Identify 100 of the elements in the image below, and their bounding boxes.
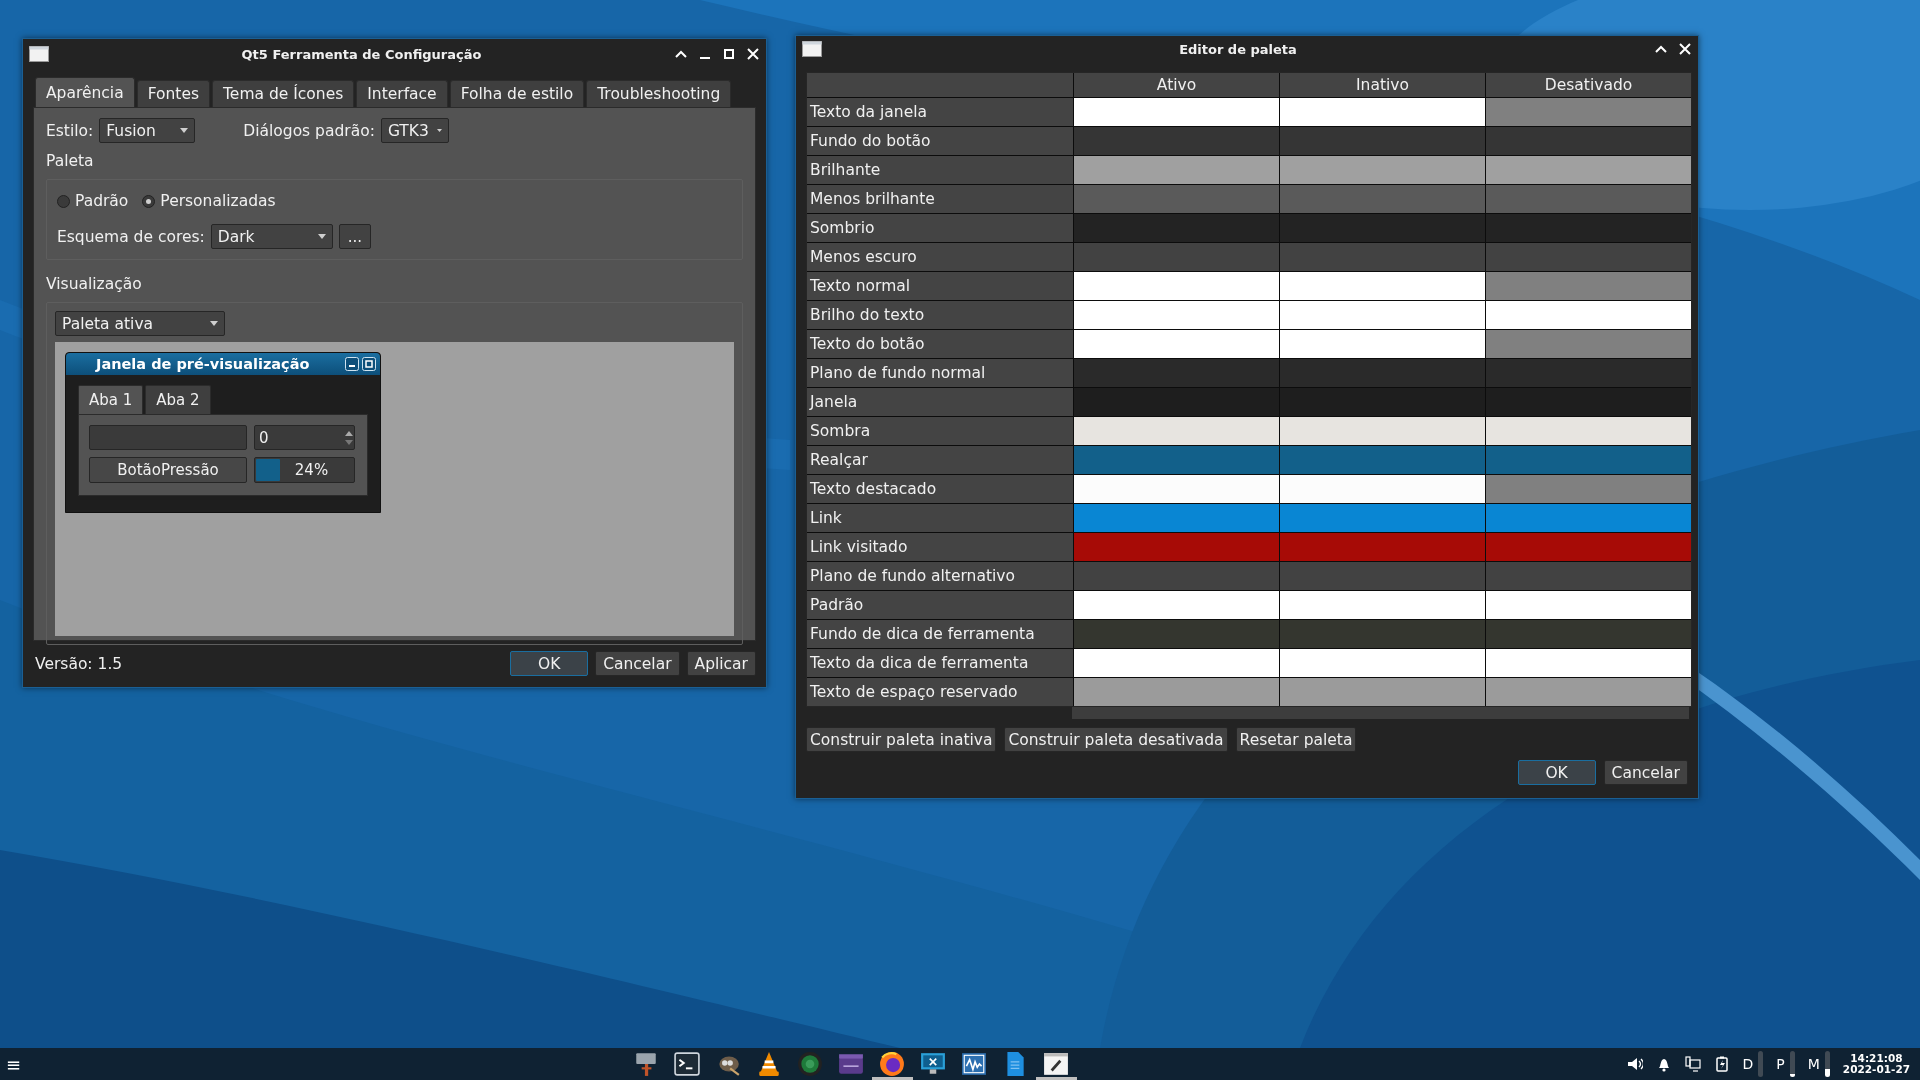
color-swatch[interactable] <box>1280 504 1485 532</box>
color-swatch[interactable] <box>1074 98 1279 126</box>
action-button[interactable]: Construir paleta inativa <box>806 727 997 752</box>
maximize-icon[interactable] <box>362 357 376 371</box>
color-swatch[interactable] <box>1074 388 1279 416</box>
dialog-button[interactable]: OK <box>510 651 589 676</box>
color-swatch[interactable] <box>1074 504 1279 532</box>
color-swatch[interactable] <box>1074 591 1279 619</box>
dialog-button[interactable]: Cancelar <box>1603 760 1688 785</box>
color-swatch[interactable] <box>1486 301 1691 329</box>
radio-option[interactable]: Padrão <box>57 192 129 210</box>
color-swatch[interactable] <box>1074 156 1279 184</box>
color-swatch[interactable] <box>1280 127 1485 155</box>
horizontal-scrollbar[interactable] <box>1072 707 1689 719</box>
color-swatch[interactable] <box>1486 446 1691 474</box>
color-swatch[interactable] <box>1486 388 1691 416</box>
color-swatch[interactable] <box>1074 417 1279 445</box>
color-swatch[interactable] <box>1486 649 1691 677</box>
tab[interactable]: Fontes <box>136 80 211 107</box>
color-swatch[interactable] <box>1074 301 1279 329</box>
push-button[interactable]: BotãoPressão <box>89 457 247 483</box>
color-swatch[interactable] <box>1280 678 1485 706</box>
color-swatch[interactable] <box>1280 649 1485 677</box>
color-swatch[interactable] <box>1280 214 1485 242</box>
palette-dropdown[interactable]: Paleta ativa <box>55 311 225 336</box>
color-swatch[interactable] <box>1486 359 1691 387</box>
color-swatch[interactable] <box>1280 243 1485 271</box>
tab[interactable]: Folha de estilo <box>449 80 585 107</box>
action-button[interactable]: Construir paleta desativada <box>1004 727 1228 752</box>
color-swatch[interactable] <box>1486 185 1691 213</box>
color-swatch[interactable] <box>1280 98 1485 126</box>
color-swatch[interactable] <box>1280 475 1485 503</box>
dialog-button[interactable]: Aplicar <box>686 651 756 676</box>
color-swatch[interactable] <box>1074 620 1279 648</box>
color-swatch[interactable] <box>1074 185 1279 213</box>
color-swatch[interactable] <box>1486 591 1691 619</box>
color-swatch[interactable] <box>1486 504 1691 532</box>
radio-option[interactable]: Personalizadas <box>142 192 276 210</box>
tab[interactable]: Interface <box>356 80 448 107</box>
color-swatch[interactable] <box>1074 678 1279 706</box>
color-swatch[interactable] <box>1280 330 1485 358</box>
network-icon[interactable] <box>1684 1056 1701 1072</box>
color-swatch[interactable] <box>1280 446 1485 474</box>
color-swatch[interactable] <box>1486 678 1691 706</box>
color-swatch[interactable] <box>1486 272 1691 300</box>
color-swatch[interactable] <box>1074 359 1279 387</box>
color-swatch[interactable] <box>1280 359 1485 387</box>
color-swatch[interactable] <box>1280 533 1485 561</box>
color-swatch[interactable] <box>1280 272 1485 300</box>
speaker-icon[interactable] <box>1626 1056 1643 1072</box>
color-swatch[interactable] <box>1074 243 1279 271</box>
color-swatch[interactable] <box>1280 417 1485 445</box>
tab[interactable]: Aparência <box>35 77 135 107</box>
tab[interactable]: Aba 1 <box>78 385 144 414</box>
minimize-icon[interactable] <box>345 357 359 371</box>
spin-box[interactable]: 0 <box>254 425 355 450</box>
color-swatch[interactable] <box>1486 243 1691 271</box>
dialogs-dropdown[interactable]: GTK3 <box>380 118 449 143</box>
tab[interactable]: Tema de Ícones <box>212 80 355 107</box>
color-swatch[interactable] <box>1280 620 1485 648</box>
color-swatch[interactable] <box>1074 562 1279 590</box>
color-swatch[interactable] <box>1074 533 1279 561</box>
dialog-button[interactable]: Cancelar <box>595 651 680 676</box>
radio-icon[interactable] <box>57 194 70 208</box>
color-swatch[interactable] <box>1486 620 1691 648</box>
color-scheme-dropdown[interactable]: Dark <box>210 224 333 249</box>
tab[interactable]: Aba 2 <box>145 385 211 414</box>
close-icon[interactable] <box>1678 42 1692 56</box>
color-swatch[interactable] <box>1074 649 1279 677</box>
color-swatch[interactable] <box>1486 562 1691 590</box>
text-field[interactable] <box>89 425 247 450</box>
color-swatch[interactable] <box>1486 156 1691 184</box>
color-swatch[interactable] <box>1074 272 1279 300</box>
action-button[interactable]: Resetar paleta <box>1235 727 1357 752</box>
color-swatch[interactable] <box>1486 214 1691 242</box>
color-swatch[interactable] <box>1486 417 1691 445</box>
color-swatch[interactable] <box>1280 301 1485 329</box>
battery-icon[interactable] <box>1713 1056 1730 1072</box>
tab[interactable]: Troubleshooting <box>586 80 732 107</box>
menu-button[interactable]: ≡ <box>6 1053 26 1075</box>
color-swatch[interactable] <box>1074 214 1279 242</box>
style-dropdown[interactable]: Fusion <box>99 118 196 143</box>
color-swatch[interactable] <box>1074 475 1279 503</box>
color-swatch[interactable] <box>1486 98 1691 126</box>
color-swatch[interactable] <box>1486 330 1691 358</box>
color-swatch[interactable] <box>1486 475 1691 503</box>
color-swatch[interactable] <box>1486 533 1691 561</box>
radio-icon[interactable] <box>142 194 156 208</box>
color-swatch[interactable] <box>1486 127 1691 155</box>
color-swatch[interactable] <box>1074 330 1279 358</box>
dialog-button[interactable]: OK <box>1517 760 1596 785</box>
maximize-icon[interactable] <box>722 47 736 61</box>
color-swatch[interactable] <box>1280 562 1485 590</box>
color-swatch[interactable] <box>1074 446 1279 474</box>
color-swatch[interactable] <box>1280 156 1485 184</box>
color-swatch[interactable] <box>1074 127 1279 155</box>
color-swatch[interactable] <box>1280 591 1485 619</box>
color-swatch[interactable] <box>1280 388 1485 416</box>
close-icon[interactable] <box>746 47 760 61</box>
color-swatch[interactable] <box>1280 185 1485 213</box>
